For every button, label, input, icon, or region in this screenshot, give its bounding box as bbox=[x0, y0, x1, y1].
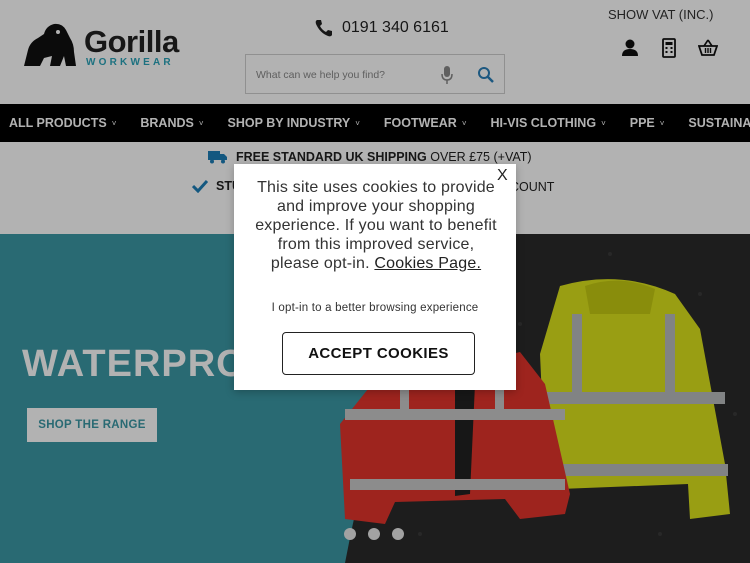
cookie-message: This site uses cookies to provide and im… bbox=[252, 178, 500, 273]
cookies-page-link[interactable]: Cookies Page. bbox=[374, 255, 481, 272]
accept-cookies-button[interactable]: ACCEPT COOKIES bbox=[282, 332, 475, 375]
cookie-modal: X This site uses cookies to provide and … bbox=[234, 164, 516, 390]
optin-text: I opt-in to a better browsing experience bbox=[271, 302, 479, 314]
